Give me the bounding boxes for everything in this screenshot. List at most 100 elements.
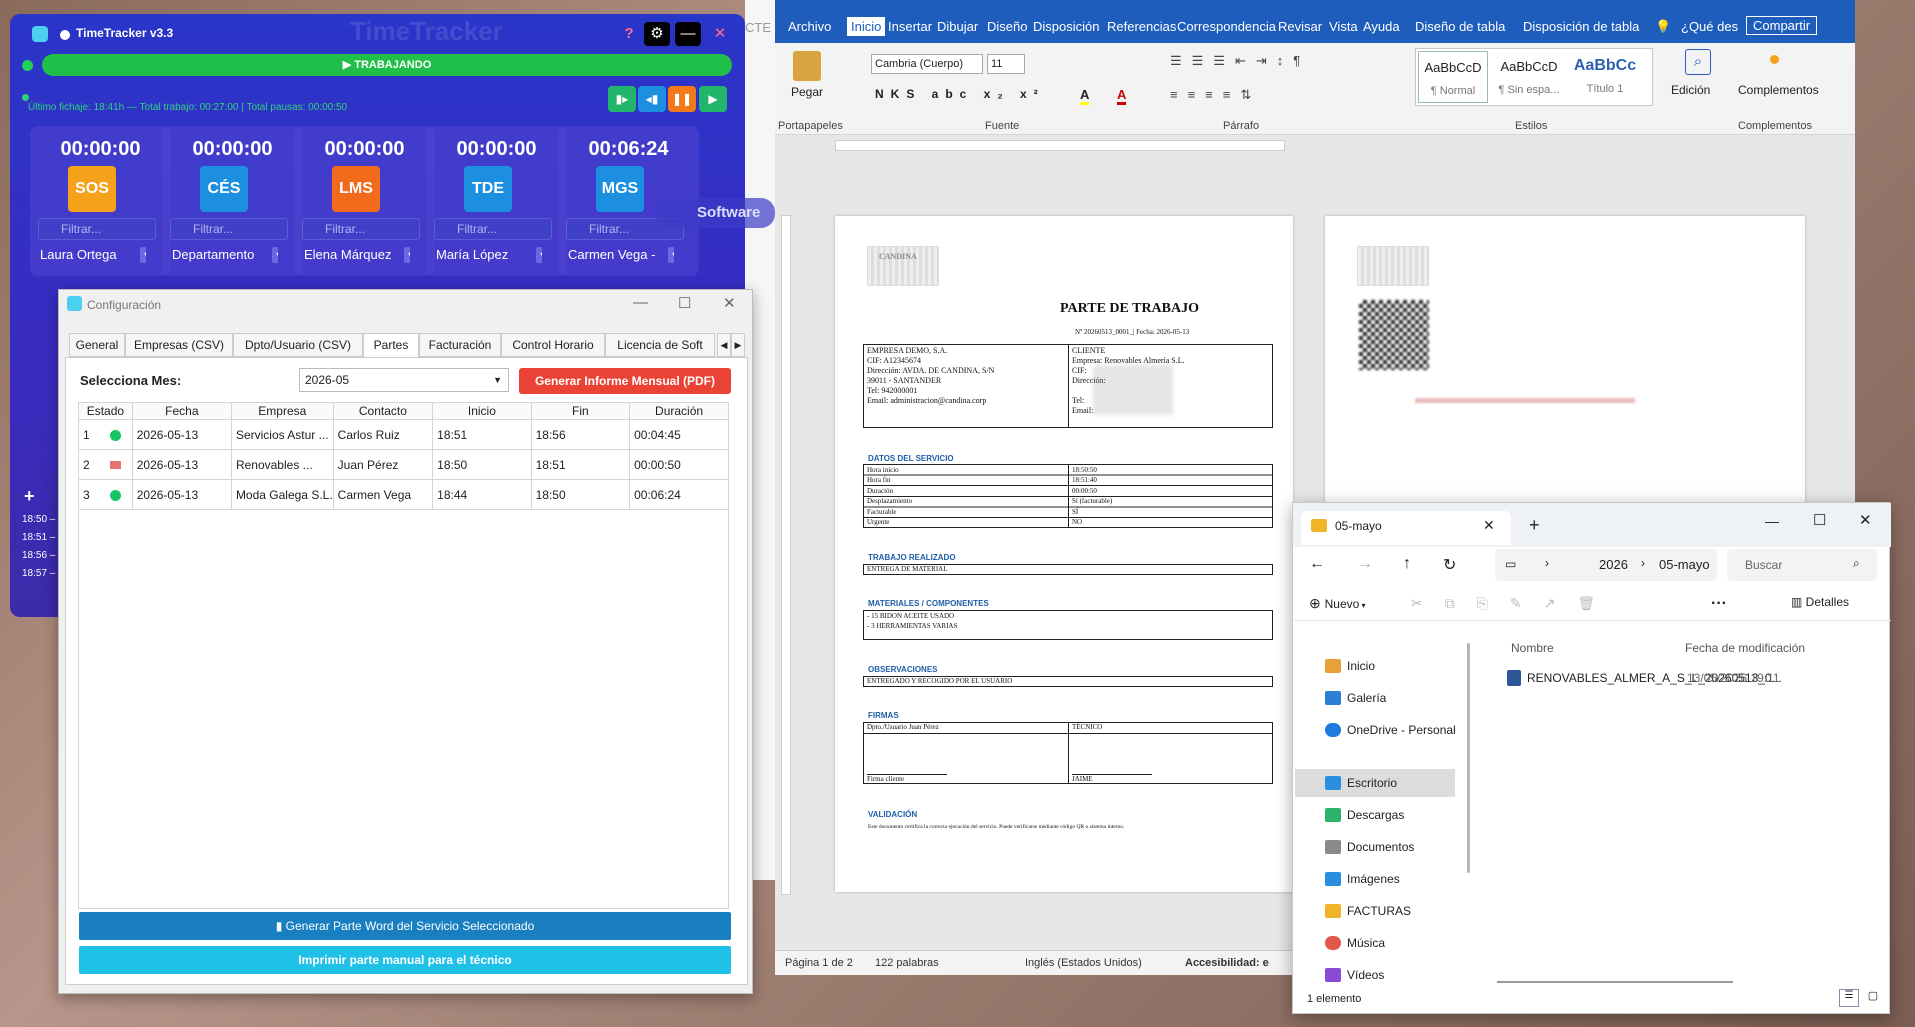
column-header-contacto[interactable]: Contacto	[332, 402, 434, 420]
align-buttons[interactable]: ≡≡≡≡⇅	[1170, 87, 1261, 103]
address-bar[interactable]: ▭ › 2026 › 05-mayo	[1495, 549, 1717, 581]
new-button[interactable]: ⊕ Nuevo ▾	[1309, 595, 1366, 612]
close-button[interactable]: ✕	[707, 22, 733, 46]
document-page-1[interactable]: CANDINA PARTE DE TRABAJO Nº 20260513_000…	[835, 216, 1293, 892]
menu-insertar[interactable]: Insertar	[888, 19, 932, 34]
column-header-estado[interactable]: Estado	[78, 402, 133, 420]
breadcrumb-05-mayo[interactable]: 05-mayo	[1659, 557, 1710, 572]
accessibility[interactable]: Accesibilidad: e	[1185, 957, 1269, 969]
filter-input[interactable]: Filtrar...	[434, 218, 552, 240]
tab-dpto-usuario[interactable]: Dpto/Usuario (CSV)	[233, 333, 363, 357]
back-button[interactable]: ←	[1309, 555, 1325, 573]
tab-facturacion[interactable]: Facturación	[419, 333, 501, 357]
style-normal[interactable]: AaBbCcD ¶ Normal	[1418, 51, 1488, 103]
nav-item-escritorio[interactable]: Escritorio	[1325, 776, 1397, 790]
nav-item-descargas[interactable]: Descargas	[1325, 808, 1404, 822]
close-button[interactable]: ✕	[1859, 511, 1872, 529]
horizontal-ruler[interactable]	[775, 135, 1855, 157]
search-input[interactable]: Buscar ⌕	[1727, 549, 1877, 581]
column-header-fecha[interactable]: Fecha	[131, 402, 232, 420]
generate-monthly-report-button[interactable]: Generar Informe Mensual (PDF)	[519, 368, 731, 394]
play-button[interactable]: ▶	[699, 86, 727, 112]
card-badge[interactable]: MGS	[596, 166, 644, 212]
person-select[interactable]: Departamento ▼	[170, 244, 278, 266]
word-count[interactable]: 122 palabras	[875, 957, 939, 969]
menu-referencias[interactable]: Referencias	[1107, 19, 1176, 34]
pause-button[interactable]: ❚❚	[668, 86, 696, 112]
tab-empresas[interactable]: Empresas (CSV)	[125, 333, 233, 357]
tab-licencia[interactable]: Licencia de Soft	[605, 333, 715, 357]
font-name-select[interactable]: Cambria (Cuerpo)	[871, 54, 983, 74]
language[interactable]: Inglés (Estados Unidos)	[1025, 957, 1142, 969]
nav-item-imagenes[interactable]: Imágenes	[1325, 872, 1400, 886]
lightbulb-icon[interactable]: 💡	[1655, 19, 1671, 35]
column-header-inicio[interactable]: Inicio	[432, 402, 532, 420]
card-badge[interactable]: TDE	[464, 166, 512, 212]
add-plus-button[interactable]: +	[24, 486, 35, 507]
print-manual-button[interactable]: Imprimir parte manual para el técnico	[79, 946, 731, 974]
help-button[interactable]: ?	[616, 22, 642, 46]
minimize-button[interactable]: —	[675, 22, 701, 46]
more-options-button[interactable]: ···	[1711, 595, 1727, 613]
menu-archivo[interactable]: Archivo	[788, 19, 831, 34]
card-badge[interactable]: SOS	[68, 166, 116, 212]
paragraph-buttons[interactable]: ☰☰☰⇤⇥↕¶	[1170, 53, 1310, 69]
menu-disposicion-tabla[interactable]: Disposición de tabla	[1523, 19, 1639, 34]
highlight-icon[interactable]: A	[1080, 87, 1090, 105]
nav-item-onedrive[interactable]: OneDrive - Personal	[1325, 723, 1456, 737]
nav-item-galeria[interactable]: Galería	[1325, 691, 1386, 705]
details-button[interactable]: ▥ Detalles	[1791, 595, 1849, 609]
person-select[interactable]: María López ▼	[434, 244, 542, 266]
menu-diseno-tabla[interactable]: Diseño de tabla	[1415, 19, 1505, 34]
style-no-spacing[interactable]: AaBbCcD ¶ Sin espa...	[1492, 51, 1566, 103]
tab-close-icon[interactable]: ✕	[1483, 517, 1495, 534]
tab-general[interactable]: General	[69, 333, 125, 357]
minimize-button[interactable]: —	[1765, 513, 1779, 529]
format-buttons[interactable]: NKS abc x₂ x²	[875, 87, 1045, 101]
complementos-button[interactable]: Complementos	[1738, 83, 1819, 97]
tab-scroll-right[interactable]: ▶	[731, 333, 745, 357]
menu-correspondencia[interactable]: Correspondencia	[1177, 19, 1276, 34]
new-tab-button[interactable]: +	[1529, 515, 1540, 536]
column-header-fecha[interactable]: Fecha de modificación	[1685, 641, 1805, 655]
control-button-enter[interactable]: ◂▮	[638, 86, 666, 112]
tab-scroll-left[interactable]: ◀	[717, 333, 731, 357]
explorer-tab[interactable]	[1301, 511, 1511, 545]
card-badge[interactable]: CÉS	[200, 166, 248, 212]
nav-item-facturas[interactable]: FACTURAS	[1325, 904, 1411, 918]
tab-partes[interactable]: Partes	[363, 333, 419, 359]
close-button[interactable]: ✕	[723, 294, 736, 312]
filter-input[interactable]: Filtrar...	[38, 218, 156, 240]
nav-item-inicio[interactable]: Inicio	[1325, 659, 1375, 673]
control-button-exit[interactable]: ▮▸	[608, 86, 636, 112]
details-view-icon[interactable]: ☰	[1839, 989, 1859, 1007]
toolbar-actions[interactable]: ✂⧉⎘✎↗🗑	[1411, 595, 1617, 612]
tab-control-horario[interactable]: Control Horario	[501, 333, 605, 357]
filter-input[interactable]: Filtrar...	[302, 218, 420, 240]
filter-input[interactable]: Filtrar...	[170, 218, 288, 240]
page-count[interactable]: Página 1 de 2	[785, 957, 853, 969]
style-heading1[interactable]: AaBbCc Título 1	[1568, 51, 1642, 103]
nav-item-videos[interactable]: Vídeos	[1325, 968, 1384, 982]
menu-diseno[interactable]: Diseño	[987, 19, 1027, 34]
person-select[interactable]: Elena Márquez ▼	[302, 244, 410, 266]
tiles-view-icon[interactable]: ▢	[1863, 989, 1883, 1007]
edicion-button[interactable]: Edición	[1671, 83, 1710, 97]
table-row[interactable]: 2 2026-05-13 Renovables ... Juan Pérez 1…	[78, 449, 729, 480]
person-select[interactable]: Carmen Vega - ▼	[566, 244, 674, 266]
maximize-button[interactable]: ☐	[678, 294, 691, 312]
menu-inicio[interactable]: Inicio	[847, 17, 886, 36]
maximize-button[interactable]: ☐	[1813, 511, 1826, 529]
menu-revisar[interactable]: Revisar	[1278, 19, 1322, 34]
status-bar-trabajando[interactable]: ▶ TRABAJANDO	[42, 54, 732, 76]
forward-button[interactable]: →	[1357, 555, 1373, 573]
menu-vista[interactable]: Vista	[1329, 19, 1358, 34]
addins-icon[interactable]	[1770, 55, 1779, 64]
up-button[interactable]: ↑	[1403, 555, 1411, 573]
column-header-empresa[interactable]: Empresa	[230, 402, 334, 420]
vertical-ruler[interactable]	[781, 215, 791, 895]
breadcrumb-2026[interactable]: 2026	[1599, 557, 1628, 572]
column-header-fin[interactable]: Fin	[530, 402, 631, 420]
nav-scrollbar[interactable]	[1467, 643, 1470, 873]
menu-ayuda[interactable]: Ayuda	[1363, 19, 1400, 34]
